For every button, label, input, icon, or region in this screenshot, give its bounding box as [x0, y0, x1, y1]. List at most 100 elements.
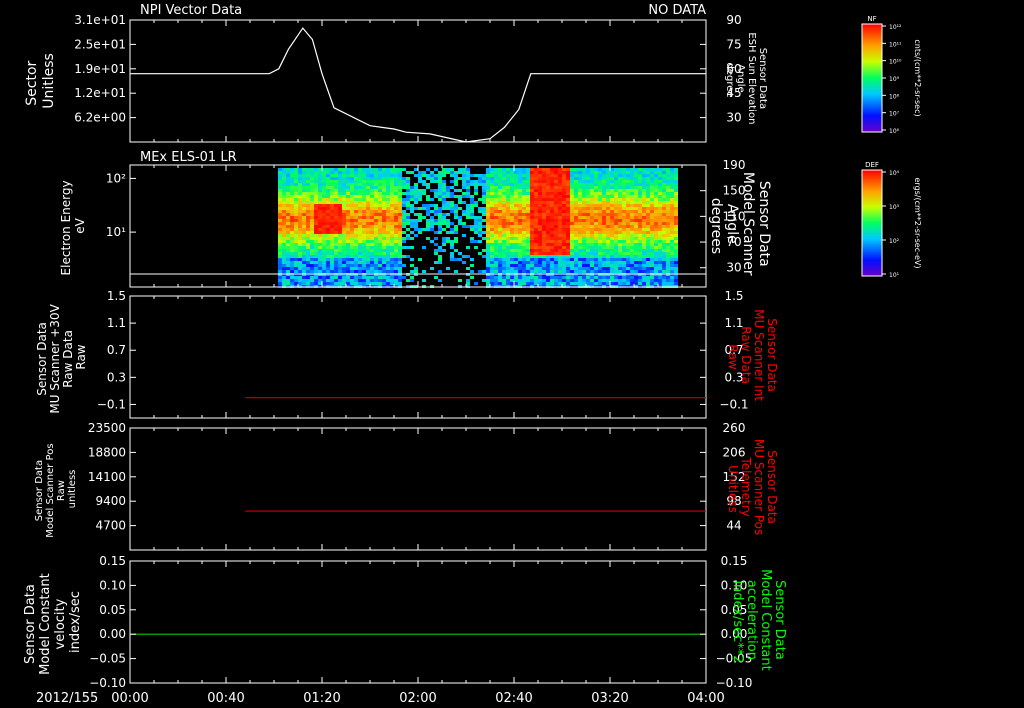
spectrogram-cell [526, 216, 530, 219]
spectrogram-cell [538, 246, 542, 249]
spectrogram-cell [582, 240, 586, 243]
spectrogram-cell [370, 168, 374, 171]
spectrogram-cell [346, 231, 350, 234]
spectrogram-cell [638, 189, 642, 192]
spectrogram-cell [522, 270, 526, 273]
y-tick-label: 6.2e+00 [74, 111, 126, 125]
spectrogram-cell [466, 225, 470, 228]
colorbar-def-ticks: 10⁴10³10²10¹ [882, 170, 900, 279]
spectrogram-cell [646, 264, 650, 267]
spectrogram-cell [562, 246, 566, 249]
spectrogram-cell [530, 189, 534, 192]
spectrogram-cell [382, 168, 386, 171]
spectrogram-cell [418, 258, 422, 261]
spectrogram-cell [534, 258, 538, 261]
spectrogram-cell [570, 204, 574, 207]
spectrogram-cell [350, 243, 354, 246]
spectrogram-cell [290, 258, 294, 261]
spectrogram-cell [510, 210, 514, 213]
spectrogram-cell [342, 213, 346, 216]
spectrogram-cell [334, 204, 338, 207]
spectrogram-cell [466, 213, 470, 216]
panel4-rlabel-line3: Telemetry [739, 456, 753, 516]
spectrogram-cell [566, 216, 570, 219]
spectrogram-cell [658, 249, 662, 252]
spectrogram-cell [278, 249, 282, 252]
spectrogram-cell [666, 225, 670, 228]
spectrogram-cell [622, 252, 626, 255]
spectrogram-cell [334, 237, 338, 240]
spectrogram-cell [610, 249, 614, 252]
spectrogram-cell [582, 243, 586, 246]
spectrogram-cell [378, 183, 382, 186]
spectrogram-cell [670, 231, 674, 234]
spectrogram-cell [514, 171, 518, 174]
spectrogram-cell [574, 210, 578, 213]
spectrogram-cell [662, 228, 666, 231]
spectrogram-cell [506, 186, 510, 189]
spectrogram-cell [462, 213, 466, 216]
spectrogram-cell [426, 183, 430, 186]
spectrogram-cell [598, 177, 602, 180]
spectrogram-cell [606, 246, 610, 249]
spectrogram-cell [342, 201, 346, 204]
spectrogram-cell [586, 213, 590, 216]
spectrogram-cell [362, 240, 366, 243]
spectrogram-cell [326, 201, 330, 204]
spectrogram-cell [326, 171, 330, 174]
spectrogram-cell [330, 237, 334, 240]
panel-npi-vector: NPI Vector Data NO DATA 3.1e+012.5e+011.… [24, 3, 768, 143]
spectrogram-cell [338, 216, 342, 219]
spectrogram-cell [406, 219, 410, 222]
spectrogram-cell [546, 183, 550, 186]
spectrogram-cell [350, 177, 354, 180]
spectrogram-cell [346, 246, 350, 249]
spectrogram-cell [518, 189, 522, 192]
spectrogram-cell [374, 249, 378, 252]
spectrogram-cell [534, 252, 538, 255]
spectrogram-cell [574, 249, 578, 252]
spectrogram-cell [546, 204, 550, 207]
spectrogram-cell [342, 189, 346, 192]
spectrogram-cell [578, 186, 582, 189]
spectrogram-cell [346, 201, 350, 204]
spectrogram-cell [394, 282, 398, 285]
y-tick-label: 4700 [95, 519, 126, 533]
spectrogram-cell [326, 237, 330, 240]
spectrogram-cell [610, 243, 614, 246]
spectrogram-cell [498, 249, 502, 252]
spectrogram-cell [278, 183, 282, 186]
spectrogram-cell [322, 216, 326, 219]
spectrogram-cell [570, 216, 574, 219]
spectrogram-cell [402, 177, 406, 180]
spectrogram-cell [282, 225, 286, 228]
spectrogram-cell [290, 231, 294, 234]
spectrogram-cell [494, 276, 498, 279]
spectrogram-cell [554, 261, 558, 264]
spectrogram-cell [634, 234, 638, 237]
spectrogram-cell [382, 231, 386, 234]
spectrogram-cell [306, 231, 310, 234]
spectrogram-cell [578, 261, 582, 264]
spectrogram-cell [558, 246, 562, 249]
spectrogram-cell [522, 174, 526, 177]
spectrogram-cell [658, 252, 662, 255]
spectrogram-cell [550, 183, 554, 186]
spectrogram-cell [602, 225, 606, 228]
spectrogram-cell [546, 249, 550, 252]
spectrogram-cell [494, 258, 498, 261]
spectrogram-cell [570, 186, 574, 189]
spectrogram-cell [330, 246, 334, 249]
spectrogram-cell [550, 261, 554, 264]
spectrogram-cell [318, 192, 322, 195]
spectrogram-cell [498, 222, 502, 225]
spectrogram-cell [554, 231, 558, 234]
spectrogram-cell [622, 174, 626, 177]
spectrogram-cell [562, 255, 566, 258]
spectrogram-cell [362, 258, 366, 261]
spectrogram-cell [342, 276, 346, 279]
spectrogram-cell [358, 213, 362, 216]
spectrogram-cell [626, 252, 630, 255]
spectrogram-cell [502, 198, 506, 201]
spectrogram-cell [558, 228, 562, 231]
